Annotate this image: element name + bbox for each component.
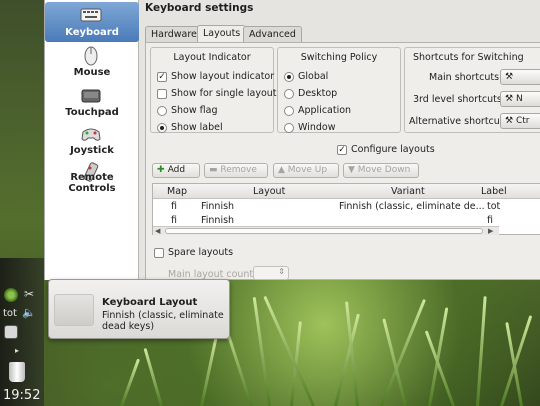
alternative-shortcut-button[interactable]: ⚒ Ctr [500, 113, 540, 129]
scrollbar-left-arrow-icon[interactable]: ◀ [155, 227, 160, 235]
cell-label: tot [487, 201, 501, 212]
global-radio[interactable] [284, 72, 294, 82]
sidebar-item-mouse[interactable]: Mouse [45, 42, 139, 82]
arrow-down-icon: ▼ [348, 165, 358, 175]
cell-variant: Finnish (classic, eliminate de... [339, 201, 485, 212]
column-header-label[interactable]: Label [481, 186, 507, 197]
show-layout-indicator-label: Show layout indicator [171, 71, 275, 82]
alternative-shortcut-label: Alternative shortcut: [409, 116, 507, 127]
configure-layouts-label: Configure layouts [351, 144, 435, 155]
device-notifier-icon[interactable] [4, 325, 18, 339]
third-level-shortcuts-button[interactable]: ⚒ N [500, 91, 540, 107]
sidebar-item-keyboard[interactable]: Keyboard [45, 2, 139, 42]
group-title: Switching Policy [300, 52, 378, 63]
window-title: Keyboard settings [145, 2, 254, 14]
joystick-icon [80, 124, 102, 144]
touchpad-icon [80, 86, 102, 106]
sidebar-item-label: Remote Controls [68, 172, 116, 194]
move-up-button[interactable]: ▲ Move Up [273, 163, 339, 178]
column-header-layout[interactable]: Layout [253, 186, 285, 197]
category-sidebar: Keyboard Mouse Touchpad Joystick Remote … [45, 0, 139, 280]
window-radio[interactable] [284, 123, 294, 133]
scrollbar-thumb[interactable] [165, 228, 483, 234]
tab-layouts[interactable]: Layouts [197, 25, 247, 43]
sidebar-item-label: Touchpad [65, 107, 119, 118]
spin-arrows-icon: ⇕ [278, 267, 285, 276]
show-label-radio[interactable] [157, 123, 167, 133]
table-row[interactable]: fi Finnish Finnish (classic, eliminate d… [153, 200, 540, 214]
group-title: Shortcuts for Switching [413, 52, 524, 63]
layouts-table: Map Layout Variant Label fi Finnish Finn… [152, 183, 540, 235]
sidebar-item-label: Joystick [70, 145, 114, 156]
shortcut-icon: ⚒ [505, 116, 516, 126]
keyboard-layout-tooltip-image [54, 294, 94, 326]
column-header-variant[interactable]: Variant [391, 186, 425, 197]
show-label-label: Show label [171, 122, 223, 133]
remove-layout-button[interactable]: ▬ Remove [204, 163, 268, 178]
keyboard-layout-tooltip: Keyboard Layout Finnish (classic, elimin… [48, 279, 230, 339]
trash-icon[interactable] [9, 362, 25, 382]
cell-map: fi [171, 201, 177, 212]
keyboard-icon [80, 6, 102, 26]
cell-label: fi [487, 215, 493, 226]
shortcut-icon: ⚒ [505, 94, 516, 104]
horizontal-scrollbar[interactable]: ◀ ▶ [153, 226, 499, 235]
panel-clock[interactable]: 19:52 [3, 388, 40, 403]
sidebar-item-label: Mouse [73, 67, 111, 78]
third-level-shortcuts-label: 3rd level shortcuts: [413, 94, 505, 105]
show-flag-radio[interactable] [157, 106, 167, 116]
desktop-radio[interactable] [284, 89, 294, 99]
expand-arrow-icon[interactable]: ▸ [15, 346, 29, 360]
column-header-map[interactable]: Map [167, 186, 187, 197]
table-header: Map Layout Variant Label [153, 184, 540, 199]
cell-map: fi [171, 215, 177, 226]
switching-policy-group: Switching Policy Global Desktop Applicat… [277, 47, 401, 133]
tooltip-title: Keyboard Layout [102, 297, 198, 308]
panel-layout-indicator[interactable]: tot [3, 308, 17, 319]
remove-icon: ▬ [209, 165, 221, 175]
sidebar-item-remote-controls[interactable]: Remote Controls [45, 158, 139, 198]
settings-gear-icon[interactable] [4, 288, 18, 302]
application-radio[interactable] [284, 106, 294, 116]
application-label: Application [298, 105, 352, 116]
tooltip-body: Finnish (classic, eliminate dead keys) [102, 310, 224, 332]
sidebar-item-touchpad[interactable]: Touchpad [45, 82, 139, 122]
volume-icon[interactable]: 🔈 [22, 307, 36, 321]
spare-layouts-label: Spare layouts [168, 247, 234, 258]
desktop-label: Desktop [298, 88, 338, 99]
group-title: Layout Indicator [173, 52, 251, 63]
show-for-single-layout-label: Show for single layout [171, 88, 277, 99]
scissors-icon[interactable]: ✂ [24, 288, 38, 302]
shortcuts-group: Shortcuts for Switching Main shortcuts: … [404, 47, 540, 133]
tab-hardware[interactable]: Hardware [145, 26, 203, 42]
sidebar-item-joystick[interactable]: Joystick [45, 120, 139, 160]
sidebar-item-label: Keyboard [65, 27, 119, 38]
cell-layout: Finnish [201, 201, 235, 212]
show-for-single-layout-checkbox[interactable] [157, 89, 167, 99]
global-label: Global [298, 71, 329, 82]
configure-layouts-checkbox[interactable]: ✓ [337, 145, 347, 155]
tab-advanced[interactable]: Advanced [243, 26, 302, 42]
shortcut-icon: ⚒ [505, 72, 514, 82]
scrollbar-right-arrow-icon[interactable]: ▶ [488, 227, 493, 235]
add-layout-button[interactable]: ✚ Add [152, 163, 200, 178]
mouse-icon [80, 46, 102, 66]
show-layout-indicator-checkbox[interactable]: ✓ [157, 72, 167, 82]
add-icon: ✚ [157, 165, 168, 175]
layouts-tab-pane: Layout Indicator ✓ Show layout indicator… [145, 42, 540, 280]
settings-content: Keyboard settings Hardware Layouts Advan… [141, 0, 540, 280]
main-shortcuts-button[interactable]: ⚒ [500, 69, 540, 85]
window-label: Window [298, 122, 336, 133]
move-down-button[interactable]: ▼ Move Down [343, 163, 419, 178]
cell-layout: Finnish [201, 215, 235, 226]
main-shortcuts-label: Main shortcuts: [429, 72, 503, 83]
spare-layouts-checkbox[interactable] [154, 248, 164, 258]
left-panel: ✂ tot 🔈 ▸ [0, 258, 44, 406]
layout-indicator-group: Layout Indicator ✓ Show layout indicator… [150, 47, 277, 133]
main-layout-count-spinbox[interactable]: ⇕ [253, 266, 289, 280]
arrow-up-icon: ▲ [278, 165, 288, 175]
show-flag-label: Show flag [171, 105, 218, 116]
keyboard-settings-window: Keyboard Mouse Touchpad Joystick Remote … [44, 0, 540, 280]
